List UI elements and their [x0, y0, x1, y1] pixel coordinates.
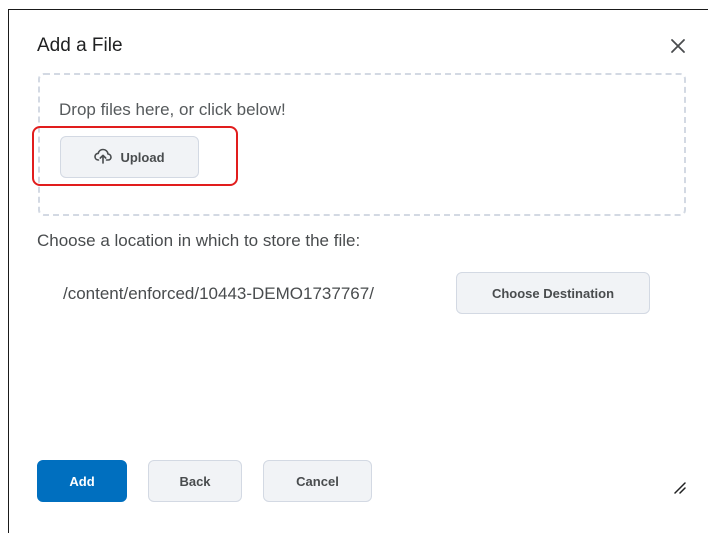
upload-highlight: [32, 126, 238, 186]
back-button[interactable]: Back: [148, 460, 242, 502]
choose-destination-label: Choose Destination: [491, 285, 615, 301]
dropzone-text: Drop files here, or click below!: [59, 100, 286, 119]
cancel-button[interactable]: Cancel: [263, 460, 372, 502]
dialog-title: Add a File: [37, 35, 123, 56]
resize-handle-icon[interactable]: [672, 480, 686, 494]
add-button[interactable]: Add: [37, 460, 127, 502]
cancel-button-label: Cancel: [296, 473, 339, 489]
choose-destination-button[interactable]: Choose Destination: [456, 272, 650, 314]
close-icon[interactable]: [668, 36, 688, 56]
back-button-label: Back: [179, 473, 211, 489]
add-file-dialog: Add a File Drop files here, or click bel…: [8, 9, 708, 533]
add-button-label: Add: [69, 473, 95, 489]
location-label: Choose a location in which to store the …: [37, 231, 361, 250]
destination-path: /content/enforced/10443-DEMO1737767/: [63, 284, 374, 303]
